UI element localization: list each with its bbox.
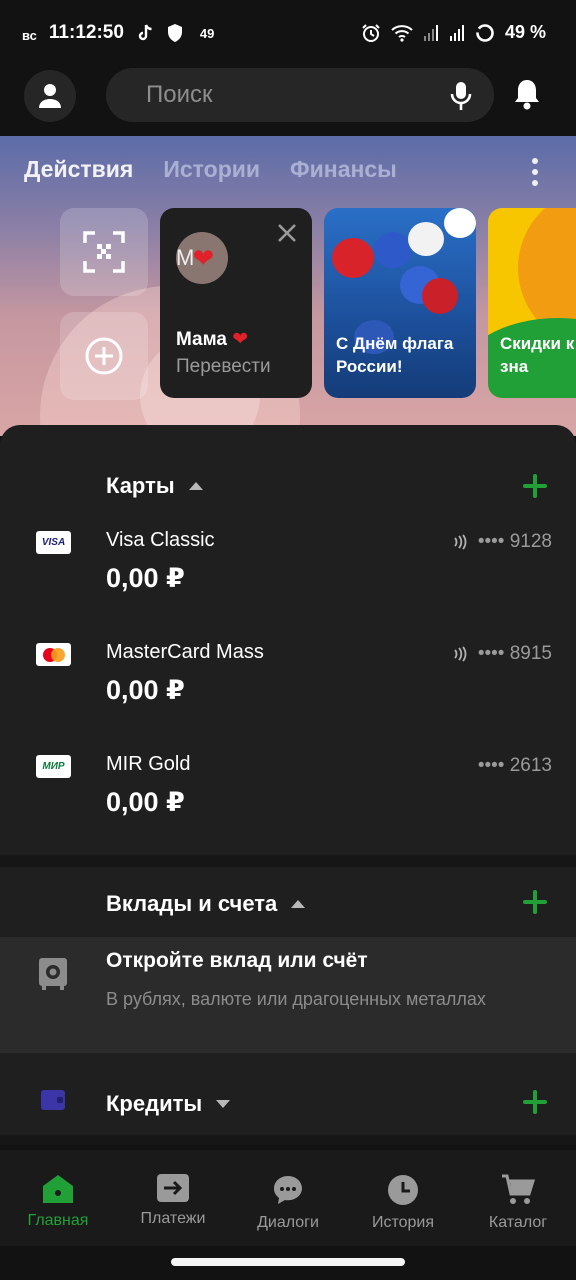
story-title: С Днём флага России! xyxy=(336,334,454,376)
nav-catalog[interactable]: Каталог xyxy=(460,1174,576,1232)
search-bar[interactable] xyxy=(106,68,494,122)
qr-scan-button[interactable] xyxy=(60,208,148,296)
hero-tabs: Действия Истории Финансы xyxy=(24,156,397,183)
story-title: Скидки к Дню зна xyxy=(500,334,576,376)
heart-icon: ❤ xyxy=(232,329,249,350)
card-row[interactable]: МИР MIR Gold 0,00 ₽ •••• 2613 xyxy=(0,751,576,851)
contactless-icon xyxy=(454,534,467,550)
visa-logo: VISA xyxy=(36,531,71,554)
top-bar xyxy=(0,64,576,136)
balloon-blue xyxy=(374,232,412,268)
tab-finances[interactable]: Финансы xyxy=(290,156,397,183)
home-icon xyxy=(43,1175,73,1203)
add-action-button[interactable] xyxy=(60,312,148,400)
balloon-white xyxy=(444,208,476,238)
add-credit-button[interactable] xyxy=(522,1089,548,1115)
deposits-section-header[interactable]: Вклады и счета xyxy=(106,891,306,917)
nav-label: Каталог xyxy=(488,1214,548,1231)
nav-history[interactable]: История xyxy=(345,1174,461,1232)
chat-icon xyxy=(274,1176,302,1204)
contact-avatar: М ❤ xyxy=(176,232,228,284)
wallet-icon xyxy=(40,1089,66,1116)
mastercard-logo xyxy=(36,643,71,666)
qr-scan-icon xyxy=(83,231,125,273)
story-flag-day[interactable]: С Днём флага России! xyxy=(324,208,476,398)
credits-section-header[interactable]: Кредиты xyxy=(106,1091,231,1117)
balloon-red xyxy=(422,278,458,314)
open-deposit-promo[interactable]: Откройте вклад или счёт В рублях, валюте… xyxy=(0,937,576,1053)
card-name: MasterCard Mass xyxy=(106,641,264,663)
card-row[interactable]: MasterCard Mass 0,00 ₽ •••• 8915 xyxy=(0,639,576,739)
card-number: •••• 8915 xyxy=(452,643,552,665)
user-icon xyxy=(39,84,61,108)
credits-section-title: Кредиты xyxy=(106,1091,203,1116)
microphone-icon[interactable] xyxy=(450,81,472,116)
heart-icon: ❤ xyxy=(192,242,215,273)
mir-logo: МИР xyxy=(36,755,71,778)
section-divider xyxy=(0,855,576,867)
add-deposit-button[interactable] xyxy=(522,889,548,915)
card-name: Visa Classic xyxy=(106,529,215,551)
card-row[interactable]: VISA Visa Classic 0,00 ₽ •••• 9128 xyxy=(0,527,576,627)
card-number: •••• 9128 xyxy=(452,531,552,553)
signal-icon-2 xyxy=(449,24,465,42)
battery-icon xyxy=(475,23,495,43)
safe-icon xyxy=(38,957,68,996)
card-name: MIR Gold xyxy=(106,753,191,775)
nav-home[interactable]: Главная xyxy=(0,1174,116,1230)
collapse-icon xyxy=(291,900,306,908)
gesture-home-bar[interactable] xyxy=(171,1258,405,1266)
signal-icon xyxy=(423,24,439,42)
tab-actions[interactable]: Действия xyxy=(24,156,133,183)
bell-icon[interactable] xyxy=(512,78,542,115)
transfer-icon xyxy=(157,1174,189,1202)
balloon-white xyxy=(408,222,444,256)
nav-label: Диалоги xyxy=(257,1214,319,1231)
status-day: вс xyxy=(22,27,37,43)
nav-payments[interactable]: Платежи xyxy=(115,1174,231,1228)
add-card-button[interactable] xyxy=(522,473,548,499)
alarm-icon xyxy=(361,23,381,43)
hero-panel: Действия Истории Финансы М ❤ Мама ❤ Пере… xyxy=(0,136,576,436)
cart-icon xyxy=(502,1174,535,1204)
nav-dialogs[interactable]: Диалоги xyxy=(230,1174,346,1232)
more-options-icon[interactable] xyxy=(528,158,542,186)
nav-label: Главная xyxy=(27,1212,89,1229)
products-sheet: Карты VISA Visa Classic 0,00 ₽ •••• 9128… xyxy=(0,425,576,1145)
nav-label: История xyxy=(371,1214,435,1231)
deposits-section-title: Вклады и счета xyxy=(106,891,278,916)
card-balance: 0,00 ₽ xyxy=(106,787,185,817)
search-input[interactable] xyxy=(146,68,426,122)
tab-stories[interactable]: Истории xyxy=(163,156,260,183)
section-divider xyxy=(0,1135,576,1145)
profile-button[interactable] xyxy=(24,70,76,122)
expand-icon xyxy=(216,1100,231,1108)
story-contact-transfer[interactable]: М ❤ Мама ❤ Перевести xyxy=(160,208,312,398)
nav-label: Платежи xyxy=(140,1210,206,1227)
contact-name: Мама ❤ xyxy=(176,329,249,350)
contactless-icon xyxy=(454,646,467,662)
cards-section-title: Карты xyxy=(106,473,175,498)
add-circle-icon xyxy=(85,337,123,375)
story-discounts[interactable]: Скидки к Дню зна xyxy=(488,208,576,398)
clock-icon xyxy=(388,1175,418,1205)
contact-action: Перевести xyxy=(176,356,271,377)
wifi-icon xyxy=(391,24,413,42)
balloon-red xyxy=(332,238,374,278)
deposit-promo-subtitle: В рублях, валюте или драгоценных металла… xyxy=(106,989,486,1009)
notification-count: 49 xyxy=(199,25,215,41)
card-balance: 0,00 ₽ xyxy=(106,675,185,705)
battery-percent: 49 % xyxy=(504,22,546,42)
status-time: 11:12:50 xyxy=(48,22,124,43)
tiktok-icon xyxy=(136,23,154,43)
status-bar: вс 11:12:50 49 49 % xyxy=(0,0,576,64)
collapse-icon xyxy=(188,482,203,490)
deposit-promo-title: Откройте вклад или счёт xyxy=(106,949,368,972)
card-balance: 0,00 ₽ xyxy=(106,563,185,593)
card-number: •••• 2613 xyxy=(477,755,552,776)
bottom-navigation: Главная Платежи Диалоги История Каталог xyxy=(0,1150,576,1246)
shield-icon xyxy=(166,23,184,43)
cards-section-header[interactable]: Карты xyxy=(106,473,203,499)
close-icon[interactable] xyxy=(276,222,298,249)
